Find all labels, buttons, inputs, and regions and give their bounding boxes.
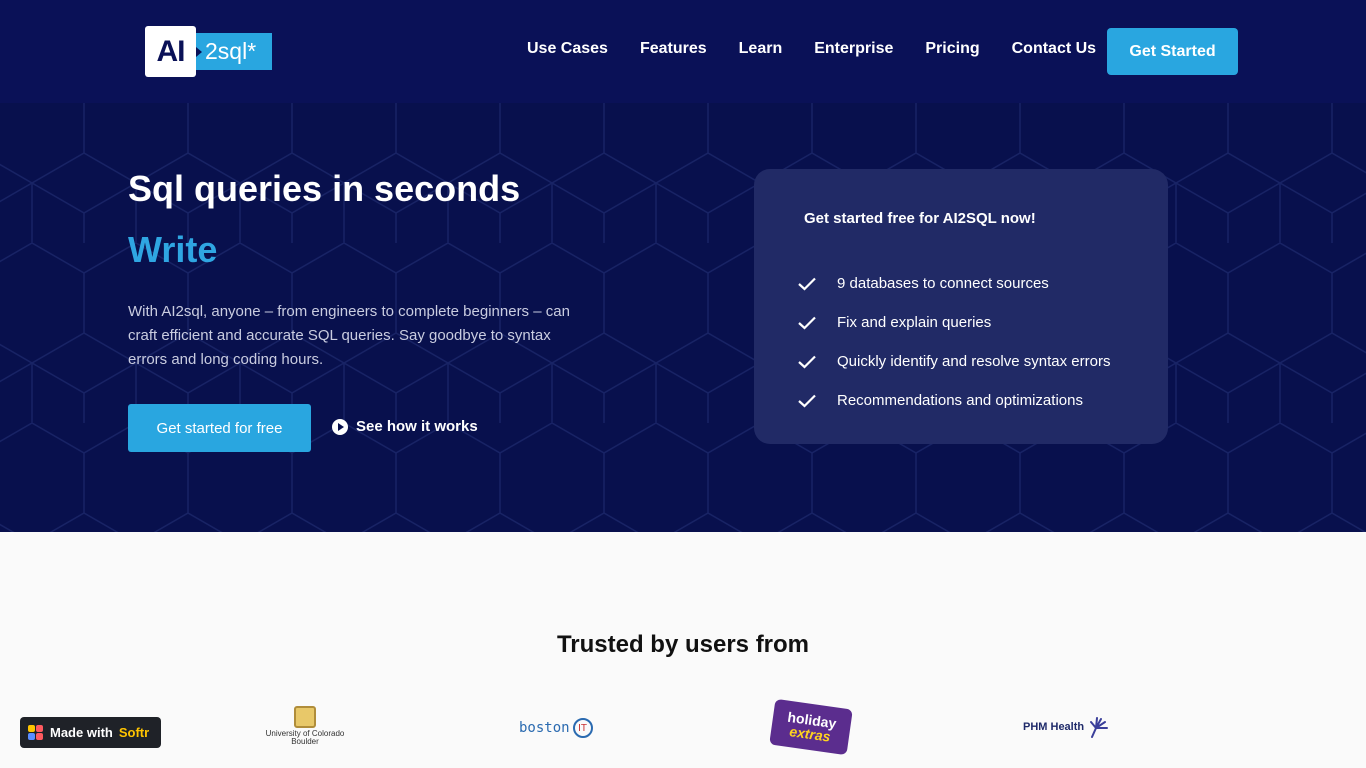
badge-brand: Softr (118, 725, 150, 740)
nav-use-cases[interactable]: Use Cases (527, 40, 608, 64)
nav-enterprise[interactable]: Enterprise (814, 40, 893, 64)
nav-features[interactable]: Features (640, 40, 707, 64)
check-icon (798, 316, 816, 330)
see-how-it-works-link[interactable]: See how it works (332, 418, 478, 435)
university-of-colorado-logo: University of Colorado Boulder (263, 706, 347, 750)
hero-highlight-word: Write (128, 229, 218, 270)
logo-arrow (196, 47, 202, 57)
phm-health-logo: PHM Health (1023, 716, 1109, 738)
hero-section: Sql queries in seconds Write With AI2sql… (0, 103, 1366, 532)
feature-text: Quickly identify and resolve syntax erro… (837, 353, 1111, 370)
list-item: Quickly identify and resolve syntax erro… (798, 342, 1110, 381)
trusted-by-title: Trusted by users from (556, 631, 810, 658)
get-started-button[interactable]: Get Started (1107, 28, 1238, 75)
check-icon (798, 394, 816, 408)
feature-list: 9 databases to connect sources Fix and e… (798, 264, 1110, 420)
check-icon (798, 277, 816, 291)
get-started-free-button[interactable]: Get started for free (128, 404, 311, 452)
hand-icon (1090, 717, 1109, 738)
extras-logo-text: extras (788, 723, 832, 745)
hero-description: With AI2sql, anyone – from engineers to … (128, 303, 570, 368)
phm-logo-text: PHM Health (1023, 721, 1085, 733)
it-circle-icon: IT (572, 718, 593, 738)
feature-text: 9 databases to connect sources (837, 275, 1049, 292)
holiday-extras-logo: holiday extras (769, 698, 853, 756)
main-nav: Use Cases Features Learn Enterprise Pric… (527, 40, 1096, 64)
made-with-softr-badge[interactable]: Made with Softr (20, 717, 161, 748)
hero-title: Sql queries in seconds (128, 168, 521, 209)
boston-it-logo: boston IT (519, 718, 593, 738)
site-header: AI 2sql* Use Cases Features Learn Enterp… (0, 0, 1366, 103)
cu-emblem-icon (294, 706, 316, 728)
features-card: Get started free for AI2SQL now! 9 datab… (754, 169, 1168, 444)
ai2sql-logo[interactable]: AI 2sql* (145, 26, 272, 77)
list-item: Fix and explain queries (798, 303, 1110, 342)
see-how-it-works-label: See how it works (356, 418, 478, 435)
play-icon (332, 418, 348, 435)
softr-icon (28, 724, 44, 741)
boston-logo-text: boston (519, 720, 570, 736)
nav-pricing[interactable]: Pricing (925, 40, 979, 64)
badge-prefix: Made with (50, 725, 113, 740)
list-item: Recommendations and optimizations (798, 381, 1110, 420)
check-icon (798, 355, 816, 369)
feature-text: Recommendations and optimizations (837, 392, 1083, 409)
customer-logos: University of Colorado Boulder boston IT… (0, 698, 1366, 760)
feature-text: Fix and explain queries (837, 314, 992, 331)
nav-contact-us[interactable]: Contact Us (1012, 40, 1096, 64)
logo-ai-box: AI (145, 26, 196, 77)
logo-2sql-box: 2sql* (196, 33, 272, 70)
nav-learn[interactable]: Learn (739, 40, 783, 64)
card-title: Get started free for AI2SQL now! (804, 210, 1036, 227)
colorado-logo-text: University of Colorado Boulder (265, 729, 345, 746)
list-item: 9 databases to connect sources (798, 264, 1110, 303)
